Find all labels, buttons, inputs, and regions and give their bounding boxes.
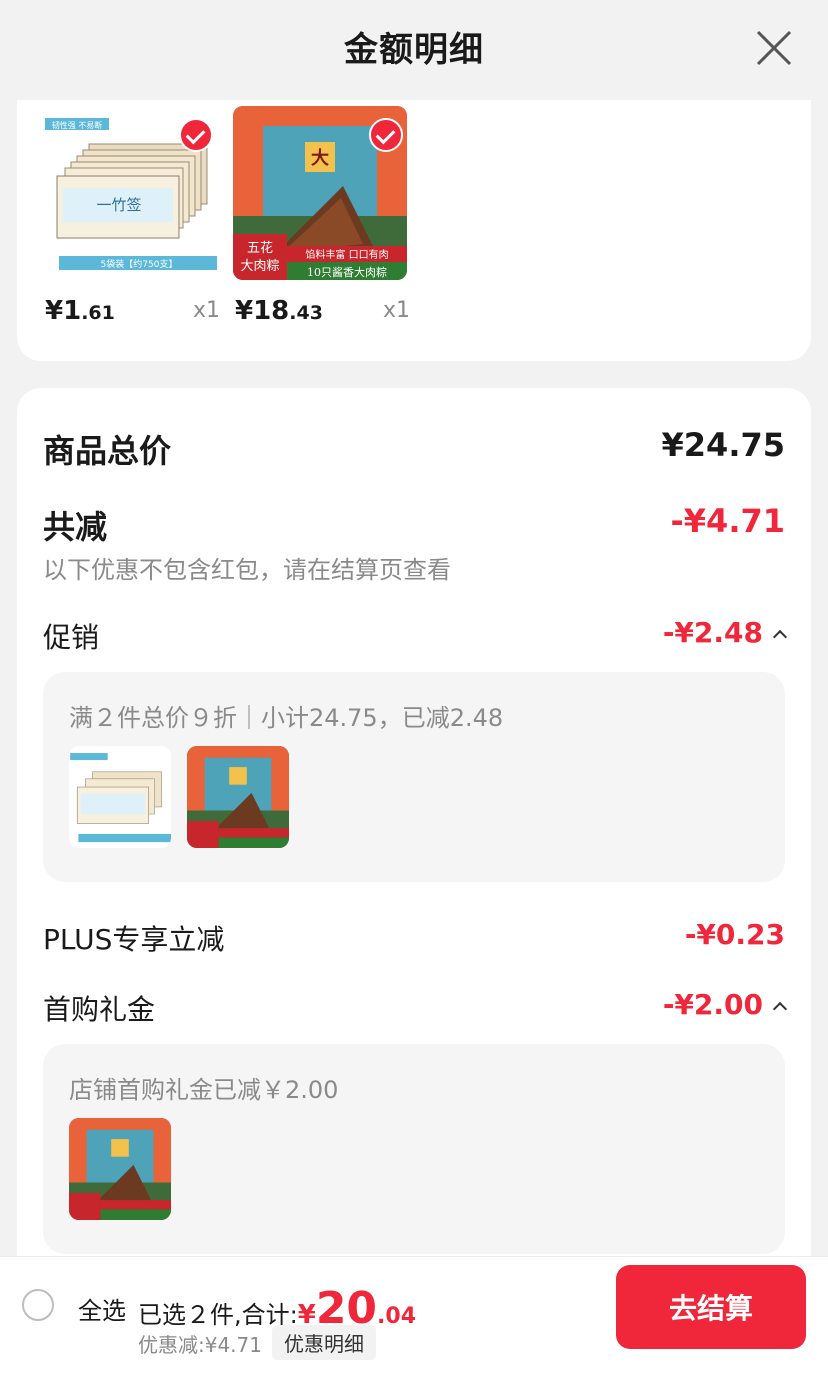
price-detail-card: 商品总价 ¥24.75 共减 -¥4.71 以下优惠不包含红包，请在结算页查看 …: [17, 388, 811, 1268]
saved-amount: 优惠减:¥4.71: [138, 1333, 262, 1357]
selected-check-icon[interactable]: [369, 118, 403, 152]
gift-desc: 店铺首购礼金已减￥2.00: [69, 1076, 339, 1104]
plus-discount-label: PLUS专享立减: [43, 923, 225, 956]
discount-detail-button[interactable]: 优惠明细: [272, 1325, 376, 1360]
product-quantity: x1: [383, 298, 411, 323]
selected-check-icon[interactable]: [179, 118, 213, 152]
pack-brand: 一竹签: [96, 196, 141, 214]
first-gift-label: 首购礼金: [43, 993, 156, 1026]
selected-count-text: 已选２件,合计:: [138, 1301, 298, 1329]
product-price: ¥1.61: [45, 296, 115, 326]
pack-badge: 韧性强 不易断: [52, 120, 103, 130]
modal-title: 金额明细: [344, 30, 484, 70]
total-price-label: 商品总价: [43, 432, 172, 470]
pack-caption: 5袋装【约750支】: [101, 258, 178, 270]
zongzi-pack-image: [69, 1118, 171, 1220]
promo-detail-panel: 满２件总价９折｜小计24.75，已减2.48: [43, 672, 785, 882]
close-icon[interactable]: [752, 26, 796, 70]
total-reduce-value: -¥4.71: [670, 502, 786, 540]
pack-tag: 五花: [247, 240, 273, 256]
product-price: ¥18.43: [235, 296, 323, 326]
gift-detail-panel: 店铺首购礼金已减￥2.00: [43, 1044, 785, 1254]
total-price-value: ¥24.75: [661, 426, 785, 464]
promo-label: 促销: [43, 621, 100, 654]
plus-discount-value: -¥0.23: [684, 918, 785, 951]
total-reduce-label: 共减: [43, 508, 108, 546]
promo-desc: 满２件总价９折｜小计24.75，已减2.48: [69, 704, 504, 732]
promo-product-thumb[interactable]: [187, 746, 289, 848]
checkout-button[interactable]: 去结算: [616, 1265, 806, 1349]
modal-header: 金额明细: [0, 0, 828, 100]
promo-product-thumb[interactable]: [69, 746, 171, 848]
product-card: 韧性强 不易断 一竹签 5袋装【约750支】 ¥1.61 x1 大 五花 大肉粽…: [17, 100, 811, 361]
first-gift-value: -¥2.00: [662, 988, 763, 1021]
chevron-up-icon[interactable]: [772, 629, 788, 645]
product-quantity: x1: [193, 298, 221, 323]
chevron-up-icon[interactable]: [772, 1001, 788, 1017]
promo-value: -¥2.48: [662, 616, 763, 649]
discount-note: 以下优惠不包含红包，请在结算页查看: [43, 556, 451, 584]
pack-tag: 大肉粽: [240, 259, 279, 274]
zongzi-pack-image: [187, 746, 289, 848]
select-all-label[interactable]: 全选: [78, 1291, 126, 1326]
pack-char: 大: [311, 147, 329, 169]
gift-product-thumb[interactable]: [69, 1118, 171, 1220]
checkout-bar: 全选 已选２件,合计:¥20.04 优惠减:¥4.71 优惠明细 去结算: [0, 1256, 828, 1392]
pack-tag: 10只酱香大肉粽: [307, 265, 387, 279]
toothpick-pack-image: [69, 746, 171, 848]
select-all-radio[interactable]: [22, 1289, 54, 1321]
pack-tag: 馅料丰富 口口有肉: [305, 248, 388, 261]
